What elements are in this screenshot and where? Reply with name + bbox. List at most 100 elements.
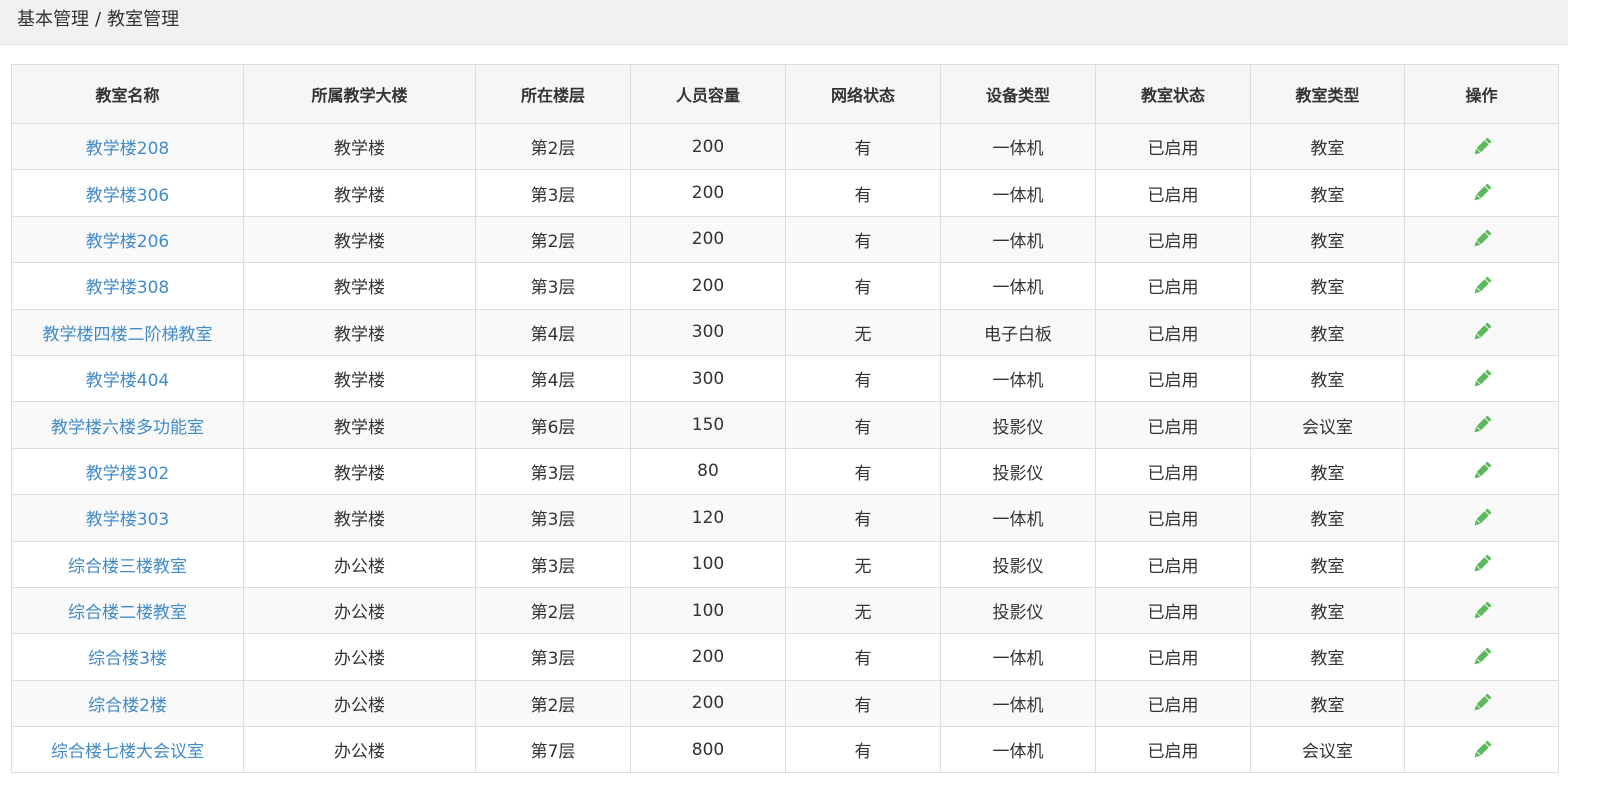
actions-cell: [1404, 262, 1559, 310]
floor-cell: 第3层: [475, 447, 631, 496]
device-type-cell: 投影仪: [940, 586, 1096, 635]
actions-cell: [1404, 540, 1559, 588]
room-name-link[interactable]: 综合楼七楼大会议室: [51, 742, 204, 762]
edit-pencil-icon[interactable]: [1471, 507, 1493, 529]
room-type-cell: 教室: [1250, 540, 1405, 588]
network-status-cell: 有: [785, 679, 941, 728]
room-status-cell: 已启用: [1095, 401, 1251, 449]
breadcrumb-current: 教室管理: [107, 9, 180, 30]
device-type-cell: 投影仪: [940, 447, 1096, 496]
network-status-cell: 有: [785, 633, 941, 681]
actions-cell: [1404, 122, 1559, 171]
room-name-link[interactable]: 综合楼三楼教室: [68, 557, 187, 577]
table-row: 教学楼206 教学楼 第2层 200 有一体机 已启用 教室: [11, 215, 1559, 264]
building-cell: 教学楼: [243, 169, 476, 217]
room-type-cell: 教室: [1250, 215, 1405, 264]
edit-pencil-icon[interactable]: [1471, 182, 1493, 204]
room-type-cell: 教室: [1250, 447, 1405, 496]
room-name-link[interactable]: 教学楼306: [86, 186, 169, 206]
table-row: 教学楼六楼多功能室 教学楼 第6层 150 有投影仪 已启用 会议室: [11, 401, 1559, 449]
room-name-link[interactable]: 教学楼208: [86, 139, 169, 159]
room-name-link[interactable]: 教学楼404: [86, 371, 169, 391]
device-type-cell: 一体机: [940, 726, 1096, 774]
room-status-cell: 已启用: [1095, 633, 1251, 681]
network-status-cell: 有: [785, 122, 941, 171]
network-status-cell: 有: [785, 401, 941, 449]
network-status-cell: 有: [785, 494, 941, 542]
header-room-type: 教室类型: [1250, 64, 1405, 124]
edit-pencil-icon[interactable]: [1471, 692, 1493, 714]
room-name-link[interactable]: 教学楼308: [86, 278, 169, 298]
capacity-cell: 200: [630, 215, 786, 264]
room-status-cell: 已启用: [1095, 586, 1251, 635]
breadcrumb: 基本管理 / 教室管理: [17, 8, 179, 32]
room-type-cell: 教室: [1250, 633, 1405, 681]
room-name-cell: 教学楼四楼二阶梯教室: [11, 308, 244, 356]
building-cell: 教学楼: [243, 447, 476, 496]
room-type-cell: 教室: [1250, 308, 1405, 356]
device-type-cell: 一体机: [940, 169, 1096, 217]
room-status-cell: 已启用: [1095, 540, 1251, 588]
room-name-link[interactable]: 教学楼六楼多功能室: [51, 418, 204, 438]
edit-pencil-icon[interactable]: [1471, 368, 1493, 390]
floor-cell: 第6层: [475, 401, 631, 449]
building-cell: 教学楼: [243, 354, 476, 403]
floor-cell: 第2层: [475, 215, 631, 264]
table-row: 综合楼七楼大会议室 办公楼 第7层 800 有一体机 已启用 会议室: [11, 726, 1559, 774]
room-status-cell: 已启用: [1095, 262, 1251, 310]
edit-pencil-icon[interactable]: [1471, 136, 1493, 158]
actions-cell: [1404, 586, 1559, 635]
header-actions: 操作: [1404, 64, 1559, 124]
table-row: 教学楼308 教学楼 第3层 200 有一体机 已启用 教室: [11, 262, 1559, 310]
floor-cell: 第3层: [475, 633, 631, 681]
capacity-cell: 100: [630, 586, 786, 635]
edit-pencil-icon[interactable]: [1471, 553, 1493, 575]
room-name-cell: 综合楼三楼教室: [11, 540, 244, 588]
capacity-cell: 200: [630, 262, 786, 310]
page-header: 基本管理 / 教室管理: [0, 0, 1568, 45]
header-room-name: 教室名称: [11, 64, 244, 124]
network-status-cell: 有: [785, 262, 941, 310]
floor-cell: 第2层: [475, 122, 631, 171]
room-name-link[interactable]: 教学楼303: [86, 510, 169, 530]
room-status-cell: 已启用: [1095, 494, 1251, 542]
edit-pencil-icon[interactable]: [1471, 321, 1493, 343]
room-name-link[interactable]: 综合楼2楼: [88, 696, 167, 716]
edit-pencil-icon[interactable]: [1471, 414, 1493, 436]
capacity-cell: 150: [630, 401, 786, 449]
table-row: 教学楼306 教学楼 第3层 200 有一体机 已启用 教室: [11, 169, 1559, 217]
room-name-link[interactable]: 教学楼四楼二阶梯教室: [43, 325, 213, 345]
room-name-link[interactable]: 综合楼二楼教室: [68, 603, 187, 623]
edit-pencil-icon[interactable]: [1471, 275, 1493, 297]
floor-cell: 第4层: [475, 308, 631, 356]
edit-pencil-icon[interactable]: [1471, 739, 1493, 761]
floor-cell: 第3层: [475, 494, 631, 542]
building-cell: 办公楼: [243, 540, 476, 588]
room-type-cell: 教室: [1250, 586, 1405, 635]
breadcrumb-parent[interactable]: 基本管理: [17, 9, 89, 30]
building-cell: 教学楼: [243, 308, 476, 356]
room-status-cell: 已启用: [1095, 215, 1251, 264]
floor-cell: 第2层: [475, 586, 631, 635]
room-name-cell: 教学楼六楼多功能室: [11, 401, 244, 449]
device-type-cell: 投影仪: [940, 540, 1096, 588]
room-type-cell: 会议室: [1250, 726, 1405, 774]
edit-pencil-icon[interactable]: [1471, 460, 1493, 482]
actions-cell: [1404, 494, 1559, 542]
room-name-link[interactable]: 综合楼3楼: [88, 649, 167, 669]
edit-pencil-icon[interactable]: [1471, 646, 1493, 668]
room-status-cell: 已启用: [1095, 726, 1251, 774]
capacity-cell: 200: [630, 169, 786, 217]
classroom-table: 教室名称 所属教学大楼 所在楼层 人员容量 网络状态 设备类型 教室状态 教室类型 操作 教学楼…: [11, 64, 1559, 774]
room-name-link[interactable]: 教学楼206: [86, 232, 169, 252]
room-name-cell: 教学楼308: [11, 262, 244, 310]
room-type-cell: 教室: [1250, 354, 1405, 403]
edit-pencil-icon[interactable]: [1471, 600, 1493, 622]
room-name-link[interactable]: 教学楼302: [86, 464, 169, 484]
room-type-cell: 教室: [1250, 169, 1405, 217]
building-cell: 办公楼: [243, 679, 476, 728]
building-cell: 教学楼: [243, 262, 476, 310]
edit-pencil-icon[interactable]: [1471, 228, 1493, 250]
header-device-type: 设备类型: [940, 64, 1096, 124]
actions-cell: [1404, 215, 1559, 264]
